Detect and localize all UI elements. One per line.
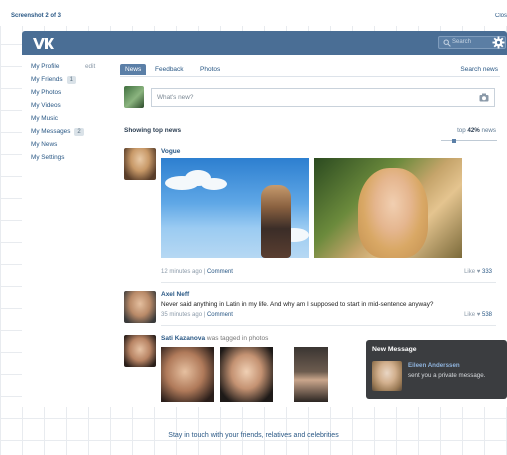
messages-count-badge: 2	[74, 128, 84, 136]
camera-icon[interactable]	[479, 93, 489, 102]
like-label: Like	[464, 312, 476, 318]
post-meta: 35 minutes ago | Comment	[161, 312, 233, 318]
top-news-prefix: top	[457, 127, 466, 134]
heart-icon: ♥	[476, 312, 481, 318]
avatar[interactable]	[124, 86, 144, 108]
post-axel-neff: Axel Neff Never said anything in Latin i…	[124, 291, 496, 341]
sidebar-item-my-photos[interactable]: My Photos	[31, 87, 111, 100]
avatar[interactable]	[124, 148, 156, 180]
sidebar-item-label: My Music	[31, 115, 58, 122]
notification-sender[interactable]: Eileen Anderssen	[408, 362, 460, 369]
post-divider	[161, 282, 496, 283]
like-label: Like	[464, 269, 476, 275]
new-message-notification[interactable]: New Message Eileen Anderssen sent you a …	[366, 340, 507, 399]
model-portrait	[358, 168, 428, 258]
top-header: Search	[22, 31, 507, 55]
post-author[interactable]: Vogue	[161, 148, 180, 155]
post-action: was tagged in photos	[206, 335, 269, 342]
avatar[interactable]	[124, 335, 156, 367]
sidebar-item-my-messages[interactable]: My Messages 2	[31, 126, 111, 139]
sidebar-item-my-news[interactable]: My News	[31, 139, 111, 152]
avatar[interactable]	[372, 361, 402, 391]
close-link[interactable]: Close	[495, 13, 507, 19]
search-placeholder: Search	[452, 39, 472, 45]
friends-count-badge: 1	[66, 76, 76, 84]
notification-text: sent you a private message.	[408, 372, 486, 379]
vk-logo-icon[interactable]	[32, 36, 54, 50]
sidebar-item-label: My Friends	[31, 76, 63, 83]
screenshot-counter: Screenshot 2 of 3	[11, 13, 62, 19]
comment-link[interactable]: Comment	[207, 269, 233, 275]
post-photo[interactable]	[314, 158, 462, 258]
sidebar-nav: My Profile edit My Friends 1 My Photos My…	[31, 61, 111, 165]
edit-profile-link[interactable]: edit	[85, 61, 95, 72]
sidebar-item-label: My Videos	[31, 102, 61, 109]
screenshot-caption-bar: Screenshot 2 of 3 Close	[0, 0, 507, 26]
top-news-suffix: news	[481, 127, 496, 134]
like-count: 538	[481, 312, 492, 318]
like-count: 333	[481, 269, 492, 275]
marketing-tagline: Stay in touch with your friends, relativ…	[168, 432, 339, 439]
post-vogue: Vogue 12 minutes ago | Comment Like ♥ 33…	[124, 148, 496, 283]
top-news-percent: 42%	[467, 127, 480, 134]
sidebar-item-label: My News	[31, 141, 58, 148]
feed-heading: Showing top news	[124, 127, 182, 134]
sidebar-item-label: My Profile	[31, 63, 60, 70]
sidebar-item-label: My Messages	[31, 128, 71, 135]
like-button[interactable]: Like ♥ 333	[464, 269, 492, 275]
sidebar-item-label: My Photos	[31, 89, 62, 96]
tagged-photo[interactable]	[220, 347, 273, 402]
tab-photos[interactable]: Photos	[195, 64, 225, 75]
post-divider	[161, 325, 496, 326]
whats-new-input[interactable]: What's new?	[151, 88, 495, 107]
post-author[interactable]: Axel Neff	[161, 291, 189, 298]
post-photo[interactable]	[161, 158, 309, 258]
tab-news[interactable]: News	[120, 64, 147, 75]
cloud-shape	[201, 178, 227, 190]
top-news-slider-handle[interactable]	[452, 139, 456, 143]
search-news-link[interactable]: Search news	[460, 66, 498, 73]
tagged-photo[interactable]	[294, 347, 328, 402]
avatar[interactable]	[124, 291, 156, 323]
sidebar-item-my-settings[interactable]: My Settings	[31, 152, 111, 165]
tagged-photo[interactable]	[161, 347, 214, 402]
post-text: Never said anything in Latin in my life.…	[161, 301, 434, 308]
tab-feedback[interactable]: Feedback	[150, 64, 189, 75]
composer-placeholder: What's new?	[157, 94, 194, 101]
notification-title: New Message	[372, 346, 417, 353]
sidebar-item-my-music[interactable]: My Music	[31, 113, 111, 126]
sidebar-item-my-videos[interactable]: My Videos	[31, 100, 111, 113]
top-news-slider-track[interactable]	[441, 140, 497, 141]
sidebar-item-my-profile[interactable]: My Profile edit	[31, 61, 111, 74]
post-meta: 12 minutes ago | Comment	[161, 269, 233, 275]
post-time: 12 minutes ago	[161, 269, 203, 275]
like-button[interactable]: Like ♥ 538	[464, 312, 492, 318]
post-author-name: Sati Kazanova	[161, 335, 206, 342]
gear-icon[interactable]	[492, 36, 505, 49]
heart-icon: ♥	[476, 269, 481, 275]
post-time: 35 minutes ago	[161, 312, 203, 318]
sidebar-item-my-friends[interactable]: My Friends 1	[31, 74, 111, 87]
top-news-filter[interactable]: top 42% news	[457, 127, 496, 134]
comment-link[interactable]: Comment	[207, 312, 233, 318]
feed-tabs: News Feedback Photos Search news	[120, 61, 500, 77]
model-figure	[261, 185, 291, 258]
sidebar-item-label: My Settings	[31, 154, 65, 161]
search-icon	[443, 39, 451, 47]
post-author[interactable]: Sati Kazanova was tagged in photos	[161, 335, 268, 342]
status-composer: What's new?	[124, 86, 496, 110]
